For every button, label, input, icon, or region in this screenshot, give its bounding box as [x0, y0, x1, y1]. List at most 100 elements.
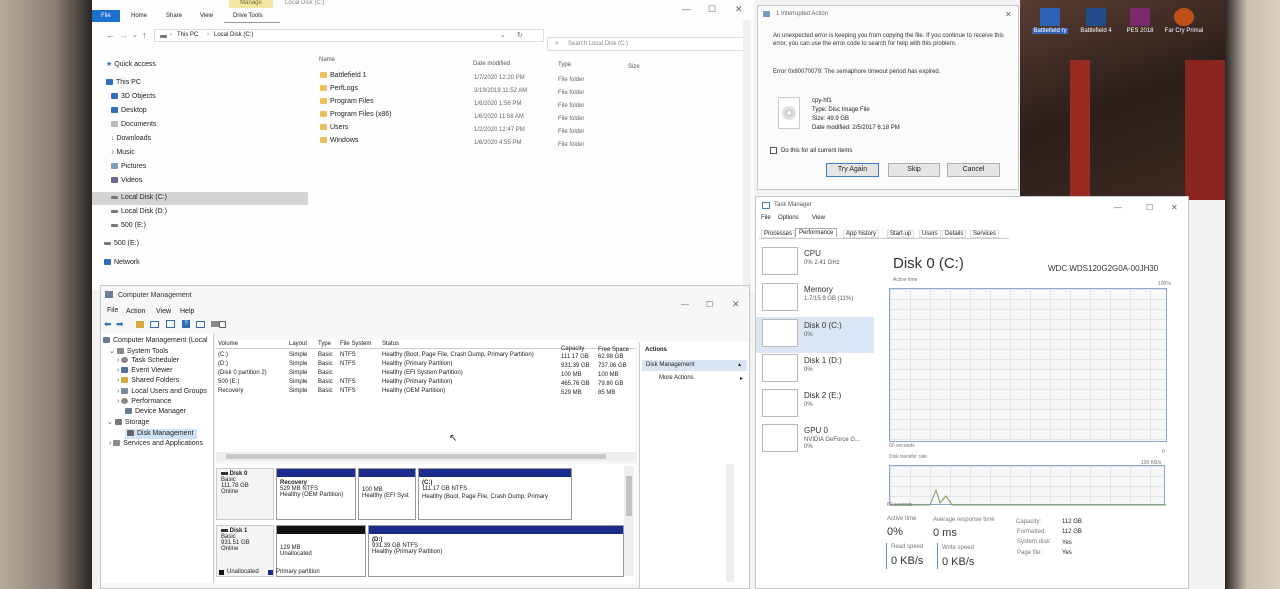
- nav-item[interactable]: Videos: [111, 177, 312, 184]
- column-file-system[interactable]: File System: [340, 341, 371, 347]
- help-icon[interactable]: ?: [182, 320, 190, 328]
- menu-help[interactable]: Help: [180, 308, 194, 315]
- close-icon[interactable]: ✕: [732, 299, 740, 310]
- nav-item[interactable]: 3D Objects: [111, 93, 312, 100]
- address-bar[interactable]: › This PC › Local Disk (C:) ⌄ ↻: [154, 29, 544, 42]
- perf-tile-disk2[interactable]: Disk 2 (E:) 0%: [762, 387, 874, 421]
- menu-file[interactable]: File: [107, 307, 118, 314]
- menu-view[interactable]: View: [812, 215, 825, 221]
- breadcrumb-local-disk[interactable]: Local Disk (C:): [214, 32, 253, 38]
- manage-tab[interactable]: Manage: [229, 0, 273, 8]
- desktop-icon-battlefield4[interactable]: Battlefield 4: [1072, 8, 1120, 34]
- refresh-icon[interactable]: ↻: [517, 31, 523, 39]
- perf-tile-memory[interactable]: Memory 1.7/15.9 GB (11%): [762, 281, 874, 315]
- tree-item[interactable]: ⌄ Storage: [107, 418, 213, 426]
- minimize-icon[interactable]: —: [682, 4, 691, 14]
- tree-item[interactable]: › Performance: [117, 398, 213, 405]
- partition-efi[interactable]: 100 MB Healthy (EFI Syst: [358, 468, 416, 520]
- tree-item[interactable]: › Task Scheduler: [117, 357, 213, 364]
- close-icon[interactable]: ✕: [1171, 203, 1178, 212]
- recent-dropdown-icon[interactable]: ⌄: [132, 31, 138, 39]
- volume-hscroll[interactable]: [216, 452, 636, 461]
- properties-icon[interactable]: [166, 320, 175, 328]
- breadcrumb-this-pc[interactable]: This PC: [177, 32, 198, 38]
- maximize-icon[interactable]: ☐: [1146, 203, 1153, 212]
- disk0-tile[interactable]: Disk 0 Basic 111.78 GB Online: [216, 468, 274, 520]
- tree-item[interactable]: Computer Management (Local: [103, 337, 213, 344]
- skip-button[interactable]: Skip: [888, 163, 940, 177]
- nav-item[interactable]: Network: [104, 259, 312, 266]
- ribbon-tab-home[interactable]: Home: [131, 13, 147, 19]
- hscroll-thumb[interactable]: [226, 454, 606, 459]
- maximize-icon[interactable]: ☐: [706, 300, 713, 309]
- disk-view-scrollbar[interactable]: [624, 466, 634, 576]
- nav-item[interactable]: ↓ Downloads: [111, 135, 312, 142]
- volume-row[interactable]: (C:) Simple Basic NTFS Healthy (Boot, Pa…: [216, 352, 636, 361]
- tree-item[interactable]: Device Manager: [125, 408, 213, 415]
- volume-row[interactable]: 500 (E:) Simple Basic NTFS Healthy (Prim…: [216, 379, 636, 388]
- tab-startup[interactable]: Start-up: [887, 230, 915, 238]
- list-icon[interactable]: [219, 321, 226, 328]
- menu-action[interactable]: Action: [126, 308, 145, 315]
- ribbon-tab-file[interactable]: File: [92, 10, 120, 22]
- maximize-icon[interactable]: ☐: [708, 4, 716, 15]
- address-dropdown-icon[interactable]: ⌄: [500, 31, 506, 39]
- tree-item[interactable]: › Shared Folders: [117, 377, 213, 384]
- column-date[interactable]: Date modified: [473, 61, 510, 67]
- nav-item[interactable]: ★ Quick access: [106, 60, 312, 68]
- column-name[interactable]: Name: [319, 57, 335, 63]
- minimize-icon[interactable]: —: [681, 300, 689, 309]
- tree-item[interactable]: › Services and Applications: [109, 440, 213, 447]
- cancel-button[interactable]: Cancel: [947, 163, 1000, 177]
- volume-row[interactable]: Recovery Simple Basic NTFS Healthy (OEM …: [216, 388, 636, 397]
- partition-recovery[interactable]: Recovery 529 MB NTFS Healthy (OEM Partitio…: [276, 468, 356, 520]
- nav-item[interactable]: 500 (E:): [104, 240, 312, 247]
- nav-item[interactable]: Pictures: [111, 163, 312, 170]
- tab-performance[interactable]: Performance: [795, 228, 838, 237]
- search-input[interactable]: Search Local Disk (C:): [568, 41, 628, 47]
- menu-options[interactable]: Options: [778, 215, 799, 221]
- nav-item[interactable]: This PC: [106, 79, 312, 86]
- search-box[interactable]: ⌕ Search Local Disk (C:): [547, 37, 747, 51]
- back-icon[interactable]: ←: [106, 30, 115, 40]
- tab-details[interactable]: Details: [942, 230, 967, 238]
- desktop-icon-pes2018[interactable]: PES 2018: [1116, 8, 1164, 34]
- explorer-vscroll[interactable]: [743, 20, 751, 285]
- menu-file[interactable]: File: [761, 215, 771, 221]
- tree-item[interactable]: Disk Management: [127, 430, 213, 437]
- column-type[interactable]: Type: [318, 341, 331, 347]
- back-icon[interactable]: ⬅: [104, 319, 112, 330]
- column-size[interactable]: Size: [628, 64, 640, 70]
- volume-row[interactable]: (D:) Simple Basic NTFS Healthy (Primary …: [216, 361, 636, 370]
- forward-icon[interactable]: →: [119, 30, 128, 40]
- column-volume[interactable]: Volume: [218, 341, 238, 347]
- perf-tile-disk0[interactable]: Disk 0 (C:) 0%: [762, 317, 874, 351]
- perf-tile-gpu[interactable]: GPU 0 NVIDIA GeForce G... 0%: [762, 422, 874, 456]
- menu-view[interactable]: View: [156, 308, 171, 315]
- ribbon-tab-view[interactable]: View: [200, 13, 213, 19]
- nav-item[interactable]: 500 (E:): [111, 222, 312, 229]
- disk-view-vscroll[interactable]: [726, 464, 734, 582]
- more-actions[interactable]: More Actions: [659, 375, 694, 381]
- nav-item[interactable]: Documents: [111, 121, 312, 128]
- try-again-button[interactable]: Try Again: [826, 163, 879, 177]
- scroll-thumb[interactable]: [626, 476, 632, 516]
- up-folder-icon[interactable]: [136, 321, 144, 328]
- tab-services[interactable]: Services: [970, 230, 1000, 238]
- perf-tile-cpu[interactable]: CPU 0% 2.41 GHz: [762, 245, 874, 279]
- desktop-icon-farcry[interactable]: Far Cry Primal: [1160, 8, 1208, 34]
- tab-users[interactable]: Users: [919, 230, 941, 238]
- tree-item[interactable]: › Event Viewer: [117, 367, 213, 374]
- perf-tile-disk1[interactable]: Disk 1 (D:) 0%: [762, 352, 874, 386]
- view-icon[interactable]: [196, 321, 205, 328]
- tree-item[interactable]: ⌄ System Tools: [109, 347, 213, 355]
- tab-app-history[interactable]: App history: [843, 230, 880, 238]
- ribbon-tab-share[interactable]: Share: [166, 13, 182, 19]
- close-icon[interactable]: ✕: [735, 4, 743, 15]
- nav-item[interactable]: Local Disk (D:): [111, 208, 312, 215]
- close-icon[interactable]: ✕: [1005, 10, 1012, 19]
- actions-section[interactable]: Disk Management ▴: [642, 360, 747, 371]
- forward-icon[interactable]: ➡: [116, 319, 124, 330]
- tab-processes[interactable]: Processes: [761, 230, 796, 238]
- show-hide-tree-icon[interactable]: [150, 321, 159, 328]
